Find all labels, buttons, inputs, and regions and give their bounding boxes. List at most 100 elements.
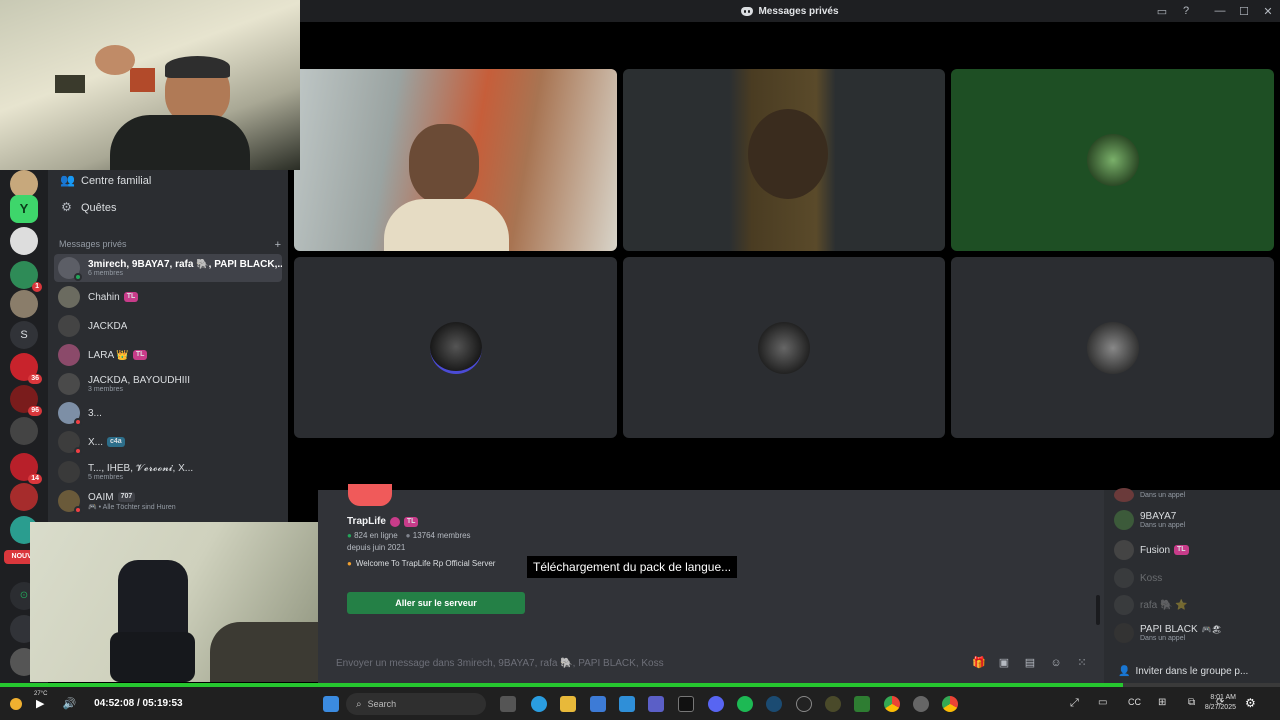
dm-item-lara[interactable]: LARA 👑 TL	[54, 341, 282, 369]
server-icon[interactable]	[10, 483, 38, 511]
add-friend-icon: 👤	[1118, 666, 1131, 677]
server-icon[interactable]	[10, 290, 38, 318]
fullscreen-icon[interactable]: ⤢	[1070, 697, 1079, 710]
video-tile-webcam[interactable]	[294, 69, 617, 251]
member-item[interactable]: Koss	[1114, 568, 1162, 588]
edge-icon[interactable]	[531, 696, 547, 712]
windows-start-icon[interactable]	[323, 696, 339, 712]
member-item[interactable]: PAPI BLACK 🎮🏖 Dans un appel	[1114, 623, 1222, 643]
server-icon[interactable]: Y	[10, 195, 38, 223]
server-icon[interactable]	[10, 170, 38, 198]
settings-icon[interactable]	[913, 696, 929, 712]
playback-time: 04:52:08 / 05:19:53	[94, 698, 183, 709]
member-status: Dans un appel	[1140, 522, 1186, 529]
dm-item-chahin[interactable]: Chahin TL	[54, 283, 282, 311]
nav-family-center[interactable]: 👥 Centre familial	[60, 174, 151, 187]
message-input[interactable]: Envoyer un message dans 3mirech, 9BAYA7,…	[336, 658, 664, 669]
dm-item-jackda[interactable]: JACKDA	[54, 312, 282, 340]
discord-taskbar-icon[interactable]	[708, 696, 724, 712]
server-icon[interactable]	[10, 417, 38, 445]
close-icon[interactable]: ✕	[1256, 5, 1280, 18]
video-tile-avatar-2[interactable]	[623, 257, 945, 438]
member-name: Koss	[1140, 572, 1163, 584]
gif-icon[interactable]: ▣	[998, 657, 1010, 669]
app-icon[interactable]	[825, 696, 841, 712]
taskbar-search[interactable]: ⌕ Search	[346, 693, 486, 715]
streamer-webcam	[0, 0, 300, 170]
join-server-button[interactable]: Aller sur le serveur	[347, 592, 525, 614]
emoji-icon[interactable]: ☺	[1050, 657, 1062, 669]
video-tile-avatar-1[interactable]	[294, 257, 617, 438]
volume-icon[interactable]: 🔊	[62, 697, 76, 710]
subtitles-icon[interactable]: CC	[1128, 697, 1141, 707]
app-icon[interactable]	[796, 696, 812, 712]
dm-item-3[interactable]: 3...	[54, 399, 282, 427]
chrome-icon[interactable]	[884, 696, 900, 712]
file-explorer-icon[interactable]	[560, 696, 576, 712]
chat-scrollbar[interactable]	[1096, 595, 1100, 625]
server-tag: 707	[117, 492, 136, 502]
video-tile-avatar-green[interactable]	[951, 69, 1274, 251]
server-icon[interactable]: S	[10, 321, 38, 349]
app-icon[interactable]	[590, 696, 606, 712]
avatar	[1114, 488, 1134, 502]
member-item[interactable]: rafa 🐘 ⭐	[1114, 595, 1188, 615]
task-view-icon[interactable]	[500, 696, 516, 712]
server-icon[interactable]: 96	[10, 385, 42, 416]
app-icon[interactable]	[678, 696, 694, 712]
video-tile-dark[interactable]	[623, 69, 945, 251]
tray-icon[interactable]: ▭	[1098, 697, 1107, 708]
dm-sub: 5 membres	[88, 474, 124, 481]
apps-icon[interactable]: ⁙	[1076, 657, 1088, 669]
server-name: TrapLife	[347, 516, 386, 527]
dm-item-group-1[interactable]: 3mirech, 9BAYA7, rafa 🐘, PAPI BLACK,... 6…	[54, 254, 282, 282]
avatar	[58, 286, 80, 308]
avatar	[1114, 568, 1134, 588]
dm-item-group-2[interactable]: JACKDA, BAYOUDHIII 3 membres	[54, 370, 282, 398]
quests-icon: ⚙	[61, 200, 72, 214]
member-status: Dans un appel	[1140, 635, 1186, 642]
inbox-icon[interactable]: ▭	[1150, 5, 1174, 18]
dm-sub: 6 membres	[88, 270, 124, 277]
window-titlebar: Messages privés ▭ ? — ☐ ✕	[300, 0, 1280, 22]
server-icon[interactable]	[10, 227, 38, 255]
invite-to-group-button[interactable]: 👤 Inviter dans le groupe p...	[1118, 666, 1248, 677]
avatar	[58, 490, 82, 514]
server-icon[interactable]: 14	[10, 453, 42, 484]
steam-icon[interactable]	[766, 696, 782, 712]
nav-family-label: Centre familial	[81, 174, 152, 187]
member-item[interactable]: Dans un appel	[1114, 488, 1185, 502]
app-icon[interactable]	[619, 696, 635, 712]
server-icon[interactable]: 36	[10, 353, 42, 384]
tray-icon[interactable]: ⊞	[1158, 697, 1166, 708]
tray-icon[interactable]: ⧉	[1188, 697, 1195, 708]
play-icon[interactable]: ▶	[36, 697, 44, 710]
nav-quests[interactable]: ⚙ Quêtes	[60, 201, 116, 214]
minimize-icon[interactable]: —	[1208, 5, 1232, 17]
dm-item-group-3[interactable]: T..., IHEB, 𝓥𝓮𝓻𝓸𝓸𝓷𝓲, X... 5 membres	[54, 458, 282, 486]
dm-section-header: Messages privés +	[59, 239, 281, 251]
member-item[interactable]: 9BAYA7 Dans un appel	[1114, 510, 1185, 530]
teams-icon[interactable]	[648, 696, 664, 712]
avatar	[58, 402, 82, 426]
dm-name: X...	[88, 436, 104, 448]
verified-icon	[389, 516, 400, 527]
participant-avatar	[1086, 134, 1139, 186]
dm-item-oaim[interactable]: OAIM 707 🎮 • Alle Töchter sind Huren	[54, 487, 282, 515]
server-icon[interactable]: 1	[10, 261, 42, 292]
message-composer[interactable]: Envoyer un message dans 3mirech, 9BAYA7,…	[318, 650, 1104, 676]
video-tile-avatar-3[interactable]	[951, 257, 1274, 438]
dm-item-x[interactable]: X... c4a	[54, 428, 282, 456]
sticker-icon[interactable]: ▤	[1024, 657, 1036, 669]
gear-icon[interactable]: ⚙	[1245, 696, 1256, 710]
spotify-icon[interactable]	[737, 696, 753, 712]
member-item[interactable]: Fusion TL	[1114, 540, 1189, 560]
gift-icon[interactable]: 🎁	[972, 657, 986, 669]
app-icon[interactable]	[854, 696, 870, 712]
maximize-icon[interactable]: ☐	[1232, 5, 1256, 18]
dm-name: LARA 👑	[88, 349, 129, 361]
participant-avatar	[1086, 321, 1139, 374]
chrome-icon[interactable]	[942, 696, 958, 712]
help-icon[interactable]: ?	[1174, 5, 1198, 17]
add-dm-icon[interactable]: +	[275, 239, 281, 251]
